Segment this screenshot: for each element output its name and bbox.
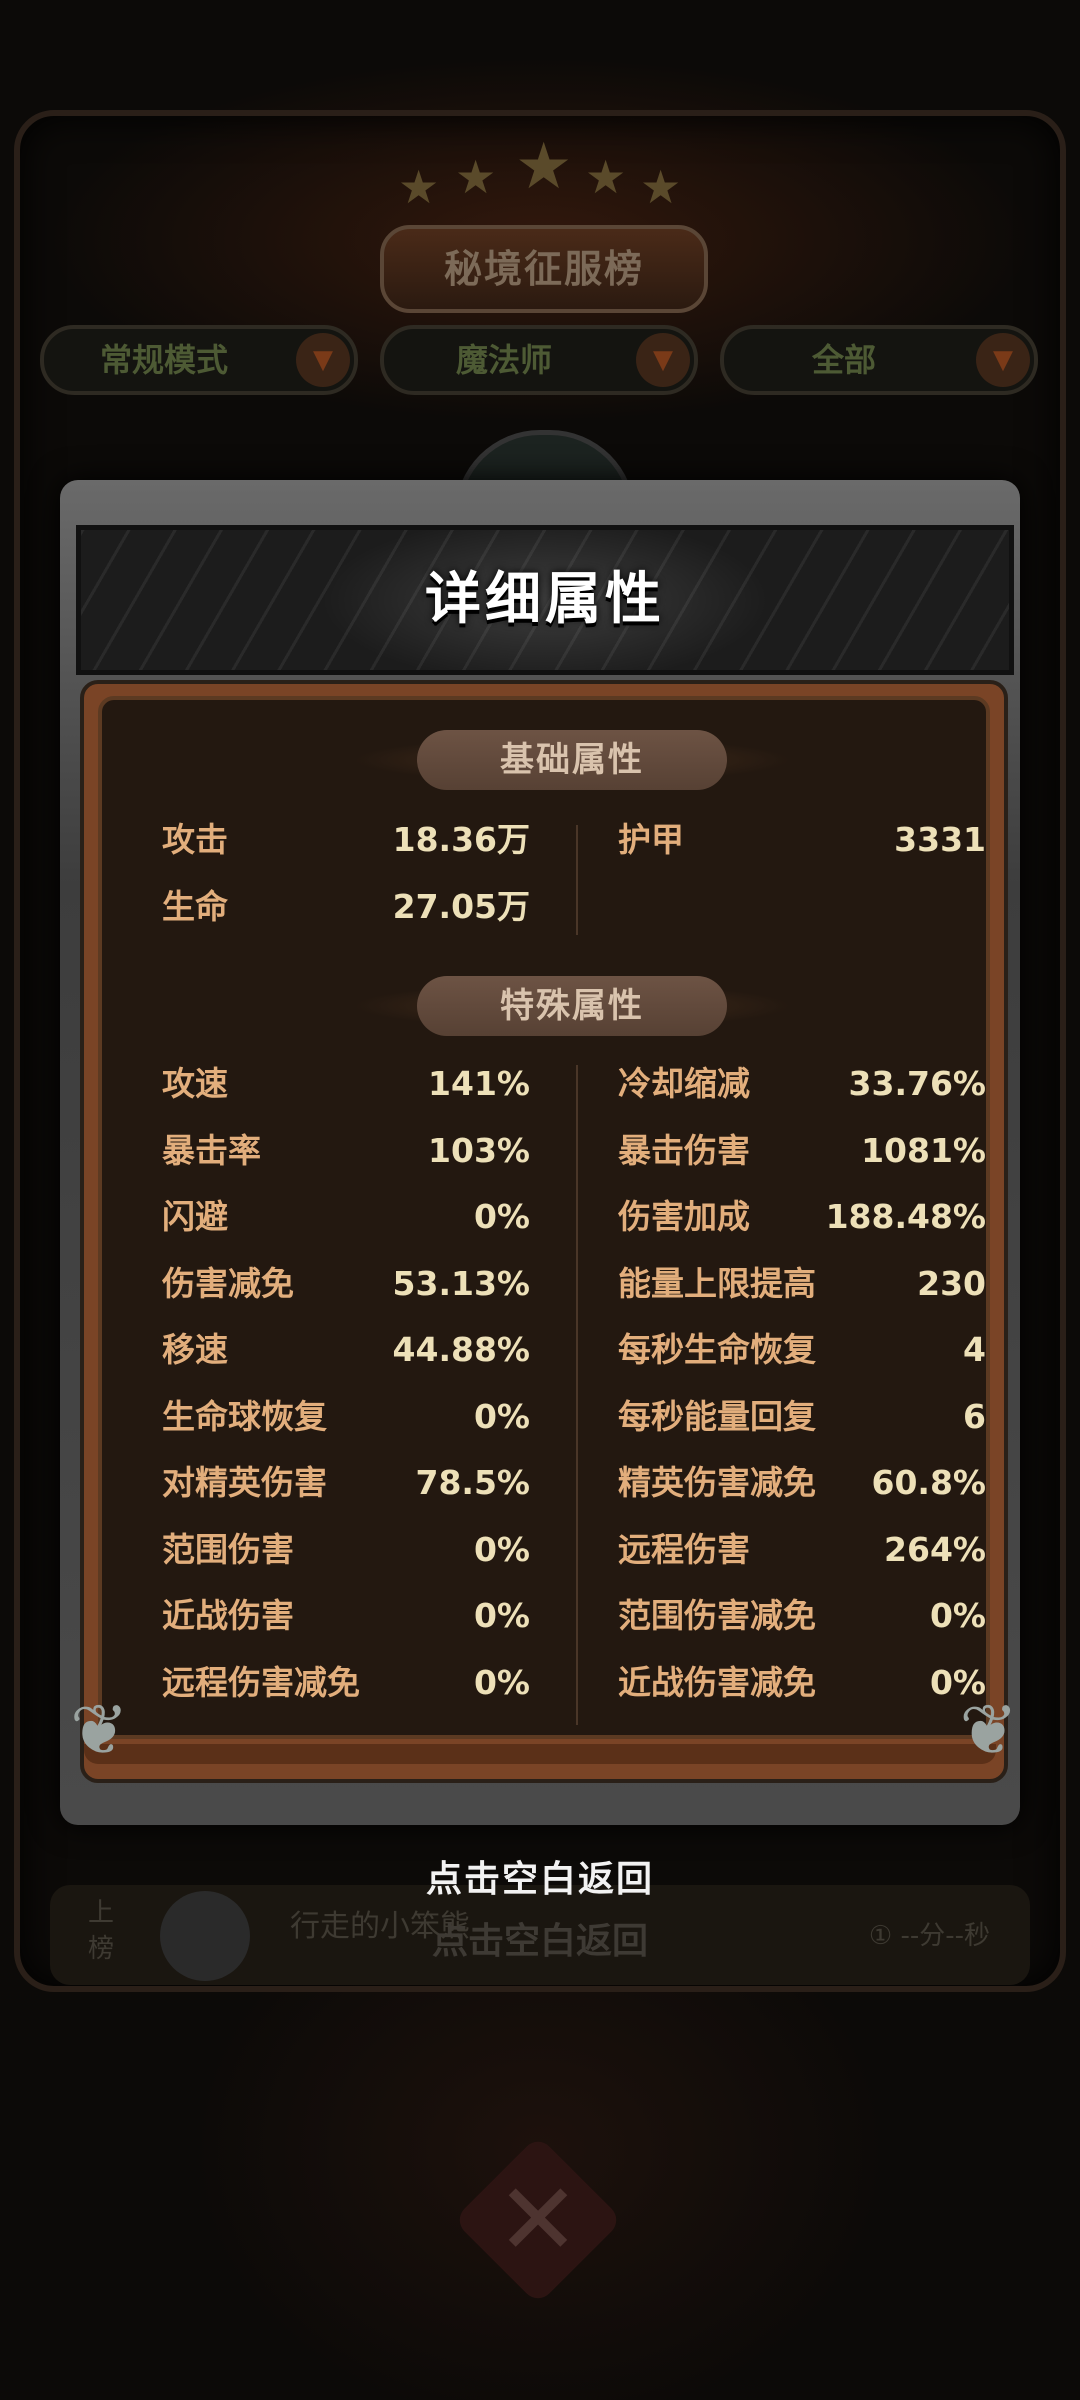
stat-row: 生命 27.05万 xyxy=(162,884,530,930)
stat-value: 18.36万 xyxy=(392,820,530,859)
stat-value: 4 xyxy=(963,1330,986,1369)
detail-attributes-dialog: 详细属性 基础属性 攻击 18.36万 生命 27.05万 护甲 3331 特殊… xyxy=(60,480,1020,1825)
stat-name: 每秒能量回复 xyxy=(618,1396,816,1436)
stat-name: 精英伤害减免 xyxy=(618,1463,816,1502)
stat-value: 27.05万 xyxy=(392,887,530,926)
stat-value: 230 xyxy=(917,1263,986,1303)
stat-name: 闪避 xyxy=(162,1197,228,1236)
stat-value: 103% xyxy=(428,1130,530,1170)
stat-row: 精英伤害减免 60.8% xyxy=(618,1460,986,1506)
stat-row: 伤害减免 53.13% xyxy=(162,1261,530,1307)
stat-value: 44.88% xyxy=(392,1330,530,1369)
corner-ornament-icon: ❦ xyxy=(70,1689,129,1771)
stat-row: 移速 44.88% xyxy=(162,1327,530,1373)
stat-value: 1081% xyxy=(861,1130,986,1170)
leaderboard-title: 秘境征服榜 xyxy=(380,225,708,313)
stat-value: 0% xyxy=(473,1662,530,1702)
chevron-down-icon: ▼ xyxy=(976,333,1030,387)
stat-name: 攻击 xyxy=(162,820,228,859)
class-filter-label: 魔法师 xyxy=(455,341,552,379)
scope-filter[interactable]: 全部 ▼ xyxy=(720,325,1038,395)
stat-name: 暴击伤害 xyxy=(618,1130,750,1170)
stat-value: 0% xyxy=(929,1596,986,1635)
stat-name: 生命 xyxy=(162,887,228,926)
stat-row: 护甲 3331 xyxy=(618,817,986,863)
attributes-panel-inner: 基础属性 攻击 18.36万 生命 27.05万 护甲 3331 特殊属性 攻速… xyxy=(98,696,990,1739)
stat-value: 0% xyxy=(473,1596,530,1635)
stat-row: 每秒生命恢复 4 xyxy=(618,1327,986,1373)
class-filter[interactable]: 魔法师 ▼ xyxy=(380,325,698,395)
stat-name: 近战伤害 xyxy=(162,1596,294,1635)
basic-attributes-header: 基础属性 xyxy=(417,730,727,790)
stat-row: 生命球恢复 0% xyxy=(162,1394,530,1440)
mode-filter[interactable]: 常规模式 ▼ xyxy=(40,325,358,395)
stat-row: 闪避 0% xyxy=(162,1194,530,1240)
stat-value: 141% xyxy=(428,1064,530,1103)
stat-row: 近战伤害 0% xyxy=(162,1593,530,1639)
chevron-down-icon: ▼ xyxy=(296,333,350,387)
dialog-title: 详细属性 xyxy=(425,567,665,632)
stat-name: 暴击率 xyxy=(162,1130,261,1170)
stat-row: 伤害加成 188.48% xyxy=(618,1194,986,1240)
stat-value: 0% xyxy=(473,1529,530,1569)
attributes-panel: 基础属性 攻击 18.36万 生命 27.05万 护甲 3331 特殊属性 攻速… xyxy=(70,680,1018,1783)
stat-name: 能量上限提高 xyxy=(618,1263,816,1303)
chevron-down-icon: ▼ xyxy=(636,333,690,387)
stat-name: 伤害加成 xyxy=(618,1197,750,1236)
special-attributes-header: 特殊属性 xyxy=(417,976,727,1036)
stat-value: 0% xyxy=(473,1396,530,1436)
panel-bottom-trim xyxy=(84,1744,996,1764)
corner-ornament-icon: ❦ xyxy=(959,1689,1018,1771)
stat-row: 范围伤害减免 0% xyxy=(618,1593,986,1639)
stat-name: 每秒生命恢复 xyxy=(618,1330,816,1369)
stat-value: 188.48% xyxy=(825,1197,986,1236)
stat-value: 53.13% xyxy=(392,1263,530,1303)
stat-row: 暴击伤害 1081% xyxy=(618,1128,986,1174)
star-icon: ★ xyxy=(585,150,627,204)
stat-row: 范围伤害 0% xyxy=(162,1527,530,1573)
stat-name: 对精英伤害 xyxy=(162,1463,327,1502)
background-return-hint: 点击空白返回 xyxy=(431,1921,648,1962)
dialog-header: 详细属性 xyxy=(76,525,1014,675)
scope-filter-label: 全部 xyxy=(811,341,876,379)
stat-name: 范围伤害 xyxy=(162,1529,294,1569)
stat-name: 范围伤害减免 xyxy=(618,1596,816,1635)
stat-name: 伤害减免 xyxy=(162,1263,294,1303)
stat-value: 264% xyxy=(884,1529,986,1569)
star-icon: ★ xyxy=(515,130,573,204)
column-divider xyxy=(576,1065,578,1725)
stat-row: 每秒能量回复 6 xyxy=(618,1394,986,1440)
leaderboard-filters: 常规模式 ▼ 魔法师 ▼ 全部 ▼ xyxy=(40,325,1040,395)
stat-name: 近战伤害减免 xyxy=(618,1662,816,1702)
star-icon: ★ xyxy=(455,150,497,204)
stat-value: 0% xyxy=(473,1197,530,1236)
stat-row: 冷却缩减 33.76% xyxy=(618,1061,986,1107)
stat-name: 远程伤害减免 xyxy=(162,1662,360,1702)
stat-value: 3331 xyxy=(894,820,986,859)
stat-value: 60.8% xyxy=(871,1463,987,1502)
star-icon: ★ xyxy=(640,160,682,214)
stat-name: 移速 xyxy=(162,1330,228,1369)
stat-name: 攻速 xyxy=(162,1064,228,1103)
stat-row: 远程伤害减免 0% xyxy=(162,1660,530,1706)
tap-blank-to-return[interactable]: 点击空白返回 xyxy=(0,1850,1080,1902)
stat-value: 33.76% xyxy=(848,1064,986,1103)
stat-row: 远程伤害 264% xyxy=(618,1527,986,1573)
stat-row: 攻速 141% xyxy=(162,1061,530,1107)
stat-name: 冷却缩减 xyxy=(618,1064,750,1103)
stat-name: 护甲 xyxy=(618,820,684,859)
stat-value: 78.5% xyxy=(415,1463,531,1502)
stat-row: 对精英伤害 78.5% xyxy=(162,1460,530,1506)
star-icon: ★ xyxy=(398,160,440,214)
stat-value: 6 xyxy=(963,1396,986,1436)
stat-row: 能量上限提高 230 xyxy=(618,1261,986,1307)
close-icon[interactable]: ✕ xyxy=(478,2160,598,2280)
mode-filter-label: 常规模式 xyxy=(99,341,228,379)
column-divider xyxy=(576,825,578,935)
stat-row: 暴击率 103% xyxy=(162,1128,530,1174)
stat-name: 远程伤害 xyxy=(618,1529,750,1569)
stat-name: 生命球恢复 xyxy=(162,1396,327,1436)
stat-row: 近战伤害减免 0% xyxy=(618,1660,986,1706)
stat-row: 攻击 18.36万 xyxy=(162,817,530,863)
